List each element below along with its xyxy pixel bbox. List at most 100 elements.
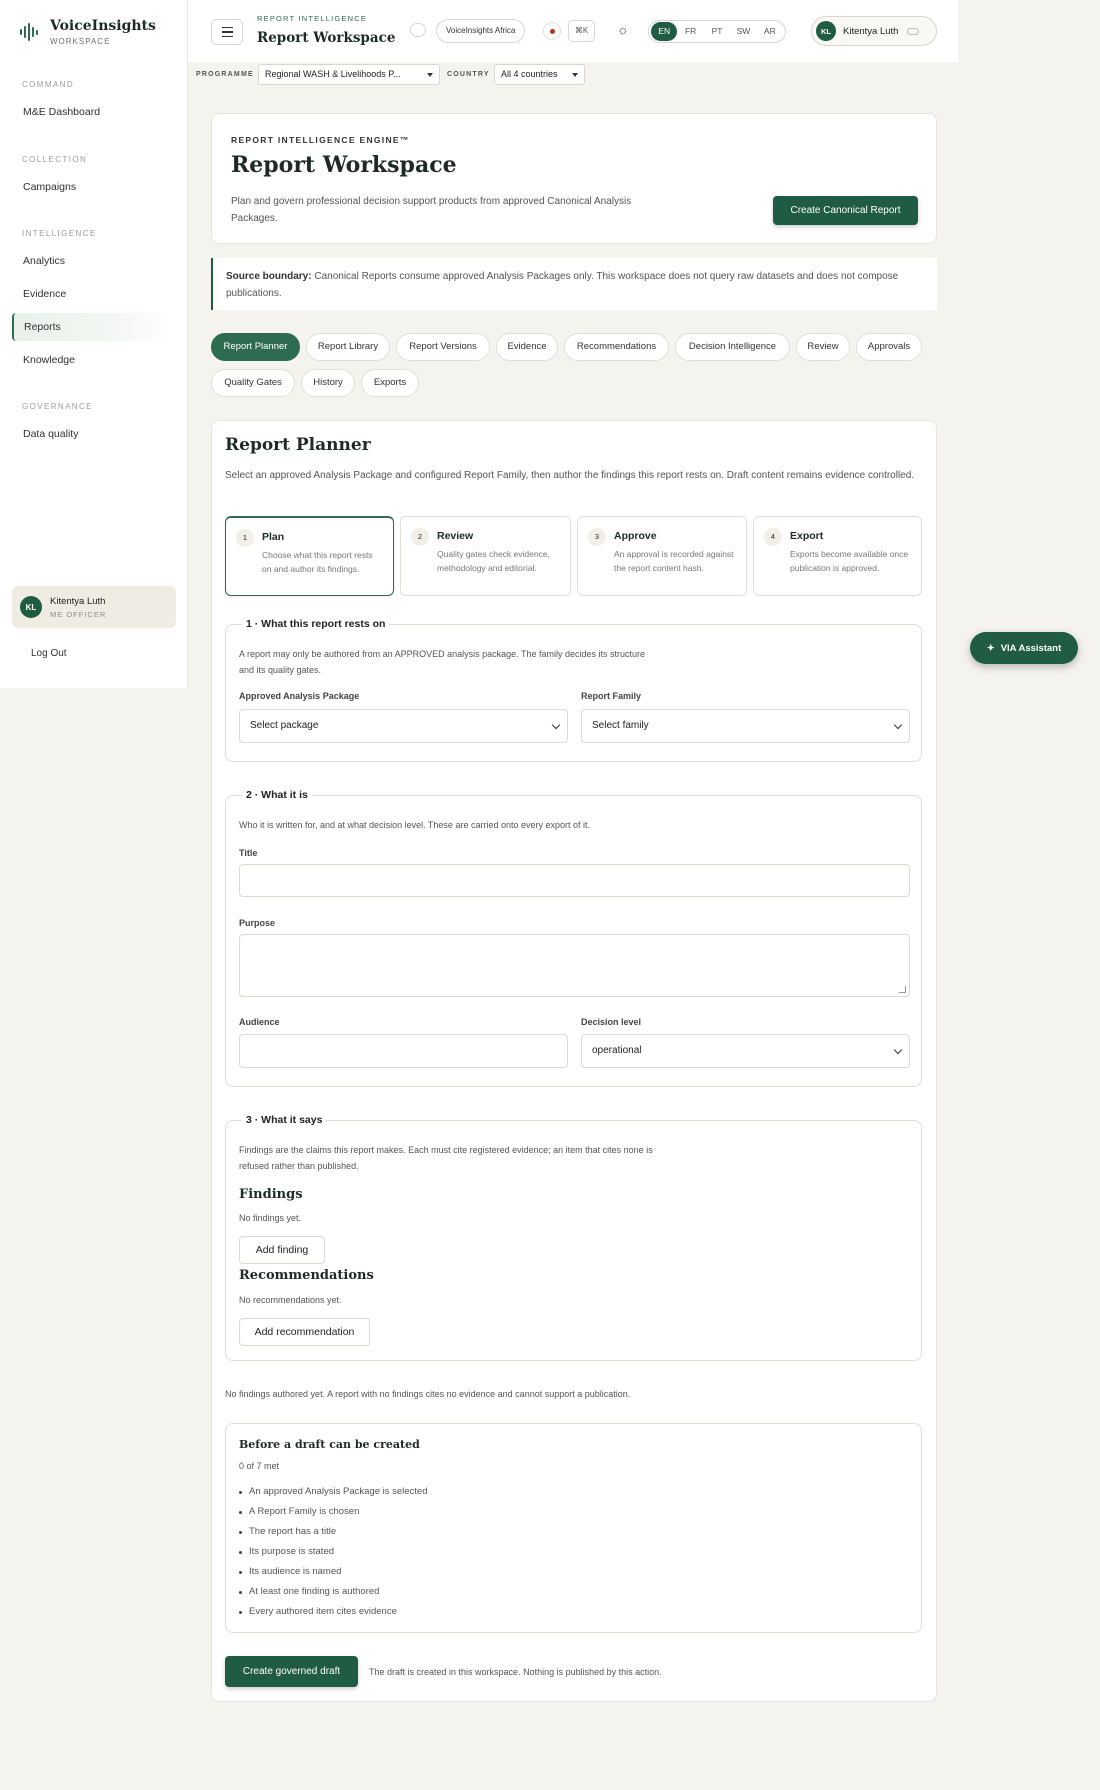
header-title: Report Workspace [257,30,396,46]
tab-history[interactable]: History [301,369,355,397]
caret-down-icon [572,73,578,77]
logout-link[interactable]: Log Out [31,648,67,659]
family-value: Select family [592,720,649,731]
user-role: ME OFFICER [50,609,107,619]
audience-label: Audience [239,1017,280,1027]
checklist-title: Before a draft can be created [239,1438,420,1451]
voice-wave-icon [20,21,42,43]
programme-label: PROGRAMME [196,71,254,78]
section-what-it-says: 3 · What it says Findings are the claims… [225,1114,922,1361]
package-select[interactable]: Select package [239,709,568,743]
tab-quality-gates[interactable]: Quality Gates [211,369,295,397]
lang-sw[interactable]: SW [730,22,756,41]
list-item: An approved Analysis Package is selected [239,1482,428,1502]
programme-select[interactable]: Regional WASH & Livelihoods P... [258,64,440,85]
decision-level-select[interactable]: operational [581,1034,910,1068]
family-label: Report Family [581,691,642,701]
tab-recommendations[interactable]: Recommendations [564,333,669,361]
command-palette-button[interactable]: ⌘K [568,20,595,42]
checklist-count: 0 of 7 met [239,1461,280,1471]
theme-toggle-icon[interactable]: ☼ [612,19,634,41]
step-description: Choose what this report rests on and aut… [262,550,373,574]
section-title: 1 · What this report rests on [242,618,390,630]
step-export[interactable]: 4 Export Exports become available once p… [753,516,922,596]
source-boundary-notice: Source boundary: Canonical Reports consu… [211,258,937,310]
sidebar-item-evidence[interactable]: Evidence [12,280,172,308]
create-draft-note: The draft is created in this workspace. … [369,1667,662,1677]
family-select[interactable]: Select family [581,709,910,743]
add-recommendation-button[interactable]: Add recommendation [239,1318,370,1346]
create-governed-draft-button[interactable]: Create governed draft [225,1656,358,1687]
lang-pt[interactable]: PT [704,22,730,41]
nav-section-intelligence: INTELLIGENCE [22,229,97,238]
chevron-down-icon [551,720,561,730]
checklist-items: An approved Analysis Package is selected… [239,1482,428,1622]
tab-report-versions[interactable]: Report Versions [396,333,490,361]
sidebar-item-analytics[interactable]: Analytics [12,247,172,275]
sidebar-item-me-dashboard[interactable]: M&E Dashboard [12,98,172,126]
avatar: KL [20,596,42,618]
list-item: Every authored item cites evidence [239,1602,428,1622]
notification-dot-icon[interactable] [543,22,561,40]
add-finding-button[interactable]: Add finding [239,1236,325,1264]
tab-decision-intelligence[interactable]: Decision Intelligence [675,333,790,361]
status-pill[interactable] [410,23,426,37]
section-description: A report may only be authored from an AP… [239,649,646,675]
header-user-name: Kitentya Luth [843,25,899,37]
lang-ar[interactable]: AR [757,22,783,41]
user-name: Kitentya Luth [50,595,106,607]
sidebar-item-knowledge[interactable]: Knowledge [12,346,172,374]
audience-input[interactable] [239,1034,568,1068]
section-title: 3 · What it says [242,1114,327,1126]
tab-report-library[interactable]: Report Library [306,333,390,361]
user-card[interactable]: KL Kitentya Luth ME OFFICER [12,586,176,628]
step-title: Export [790,530,824,542]
hero-title: Report Workspace [231,152,457,178]
list-item: The report has a title [239,1522,428,1542]
country-select[interactable]: All 4 countries [494,64,585,85]
list-item: Its purpose is stated [239,1542,428,1562]
tab-review[interactable]: Review [796,333,850,361]
country-label: COUNTRY [447,71,490,78]
via-assistant-button[interactable]: ✦ VIA Assistant [970,632,1078,664]
lang-fr[interactable]: FR [677,22,703,41]
nav-section-governance: GOVERNANCE [22,402,93,411]
menu-toggle-button[interactable] [211,19,243,45]
step-approve[interactable]: 3 Approve An approval is recorded agains… [577,516,747,596]
list-item: At least one finding is authored [239,1582,428,1602]
tab-report-planner[interactable]: Report Planner [211,333,300,361]
title-input[interactable] [239,864,910,897]
purpose-label: Purpose [239,918,276,928]
recommendations-heading: Recommendations [239,1268,374,1283]
tab-evidence[interactable]: Evidence [496,333,558,361]
step-number: 3 [588,528,606,546]
step-description: Quality gates check evidence, methodolog… [437,549,550,573]
resize-handle-icon[interactable] [899,986,906,993]
lang-en[interactable]: EN [651,22,678,41]
sidebar-item-data-quality[interactable]: Data quality [12,420,172,448]
recommendations-empty: No recommendations yet. [239,1295,342,1305]
organization-switcher[interactable]: VoiceInsights Africa [436,19,526,43]
toggle-icon [907,27,920,35]
create-canonical-report-button[interactable]: Create Canonical Report [773,196,918,225]
brand-subtitle: WORKSPACE [50,37,111,46]
sidebar-item-campaigns[interactable]: Campaigns [12,173,172,201]
caret-down-icon [427,73,433,77]
step-description: Exports become available once publicatio… [790,549,909,573]
brand[interactable]: VoiceInsights WORKSPACE [20,18,156,46]
planner-description: Select an approved Analysis Package and … [225,470,915,481]
purpose-textarea[interactable] [239,934,910,997]
user-menu[interactable]: KL Kitentya Luth [811,16,937,46]
sidebar-item-reports[interactable]: Reports [12,313,172,341]
package-label: Approved Analysis Package [239,691,360,701]
tab-approvals[interactable]: Approvals [856,333,922,361]
step-number: 2 [411,528,429,546]
hero-card: REPORT INTELLIGENCE ENGINE™ Report Works… [211,113,937,244]
nav-section-collection: COLLECTION [22,155,88,164]
chevron-down-icon [893,1045,903,1055]
step-review[interactable]: 2 Review Quality gates check evidence, m… [400,516,571,596]
header-eyebrow: REPORT INTELLIGENCE [257,14,368,23]
programme-value: Regional WASH & Livelihoods P... [265,69,401,79]
tab-exports[interactable]: Exports [361,369,419,397]
step-plan[interactable]: 1 Plan Choose what this report rests on … [225,516,394,596]
